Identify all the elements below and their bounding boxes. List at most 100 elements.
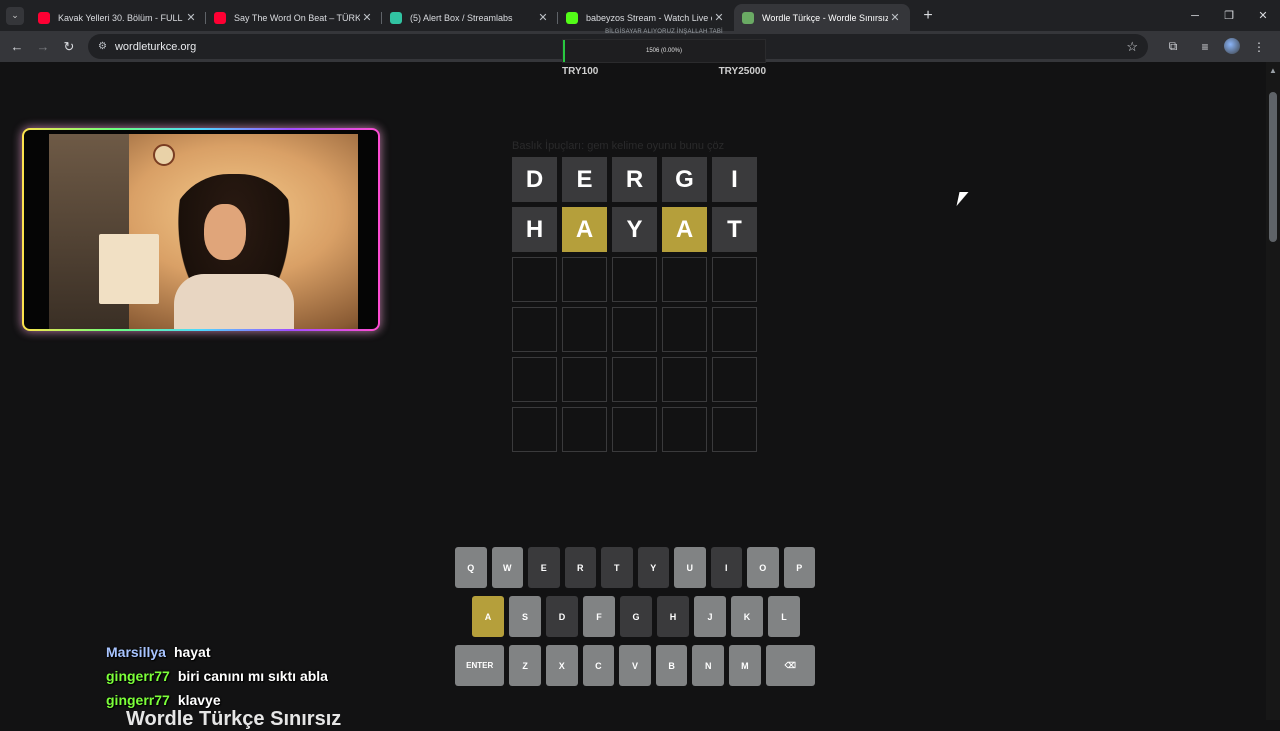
wordle-icon (742, 11, 754, 24)
media-control-icon[interactable]: ≡ (1192, 34, 1218, 59)
key-a[interactable]: A (472, 596, 504, 637)
streamlabs-icon (390, 11, 402, 24)
board-tile: D (512, 157, 557, 202)
key-label: J (707, 611, 713, 622)
browser-tab[interactable]: (5) Alert Box / Streamlabs ✕ (382, 4, 558, 31)
board-tile: G (662, 157, 707, 202)
browser-tab[interactable]: Say The Word On Beat – TÜRKÇ ✕ (206, 4, 382, 31)
key-u[interactable]: U (674, 547, 706, 588)
key-h[interactable]: H (657, 596, 689, 637)
key-label: F (596, 611, 602, 622)
tab-close-icon[interactable]: ✕ (712, 11, 726, 24)
tab-search-button[interactable]: ⌄ (6, 6, 24, 25)
key-l[interactable]: L (768, 596, 800, 637)
bookmark-star-icon[interactable]: ☆ (1126, 39, 1138, 55)
minimize-button[interactable]: ─ (1178, 0, 1212, 31)
key-b[interactable]: B (655, 645, 688, 686)
key-label: N (704, 660, 712, 671)
profile-avatar[interactable] (1224, 38, 1240, 54)
key-label: U (686, 562, 694, 573)
key-n[interactable]: N (692, 645, 725, 686)
key-f[interactable]: F (583, 596, 615, 637)
backspace-key[interactable]: ⌫ (765, 645, 816, 686)
key-label: Z (522, 660, 528, 671)
backspace-icon: ⌫ (784, 661, 796, 670)
tab-strip: ⌄ Kavak Yelleri 30. Bölüm - FULL B ✕ Say T… (0, 0, 1280, 31)
forward-button[interactable]: → (30, 34, 56, 60)
chat-message: Marsillya hayat (106, 644, 328, 668)
key-q[interactable]: Q (455, 547, 487, 588)
key-c[interactable]: C (582, 645, 615, 686)
mouse-cursor-icon (956, 192, 969, 206)
board-row (512, 307, 757, 352)
key-z[interactable]: Z (509, 645, 541, 686)
board-tile (612, 357, 657, 402)
key-x[interactable]: X (545, 645, 578, 686)
key-r[interactable]: R (564, 547, 596, 588)
board-tile (712, 407, 757, 452)
board-tile (662, 307, 707, 352)
page-scrollbar[interactable]: ▲ (1266, 62, 1280, 720)
board-row: HAYAT (512, 207, 757, 252)
scroll-up-icon[interactable]: ▲ (1269, 66, 1277, 75)
webcam-image (49, 134, 358, 329)
window-controls: ─ ❐ ✕ (1178, 0, 1280, 31)
key-p[interactable]: P (783, 547, 815, 588)
key-e[interactable]: E (528, 547, 560, 588)
key-i[interactable]: I (710, 547, 742, 588)
kick-icon (566, 11, 578, 24)
key-label: C (595, 660, 602, 671)
tab-close-icon[interactable]: ✕ (184, 11, 198, 24)
key-label: S (521, 611, 528, 622)
close-window-button[interactable]: ✕ (1246, 0, 1280, 31)
board-tile (512, 257, 557, 302)
browser-tab[interactable]: babeyzos Stream - Watch Live o ✕ (558, 4, 734, 31)
tab-title: Kavak Yelleri 30. Bölüm - FULL B (58, 12, 184, 23)
key-s[interactable]: S (509, 596, 541, 637)
chat-overlay: Marsillya hayat gingerr77 biri canını mı sı… (106, 644, 328, 716)
key-k[interactable]: K (731, 596, 763, 637)
key-d[interactable]: D (546, 596, 578, 637)
tab-list: Kavak Yelleri 30. Bölüm - FULL B ✕ Say The… (30, 0, 910, 31)
keyboard-row: ENTER Z X C V B N M ⌫ (455, 645, 816, 686)
reload-button[interactable]: ↻ (56, 34, 82, 60)
key-label: H (669, 611, 677, 622)
menu-dots-icon[interactable]: ⋮ (1246, 34, 1272, 59)
key-j[interactable]: J (694, 596, 726, 637)
back-button[interactable]: ← (4, 34, 30, 60)
tab-close-icon[interactable]: ✕ (536, 11, 550, 24)
scrollbar-thumb[interactable] (1269, 92, 1277, 242)
restore-button[interactable]: ❐ (1212, 0, 1246, 31)
key-t[interactable]: T (601, 547, 633, 588)
key-o[interactable]: O (747, 547, 779, 588)
board-tile (562, 307, 607, 352)
board-tile (562, 407, 607, 452)
youtube-icon (214, 11, 226, 24)
extensions-icon[interactable]: ⧉ (1160, 34, 1186, 59)
key-g[interactable]: G (620, 596, 652, 637)
key-w[interactable]: W (491, 547, 523, 588)
key-m[interactable]: M (729, 645, 761, 686)
tab-close-icon[interactable]: ✕ (888, 11, 902, 24)
goal-start-label: TRY100 (562, 66, 599, 77)
key-label: K (743, 611, 751, 622)
new-tab-button[interactable]: + (916, 4, 940, 28)
chat-username: gingerr77 (106, 692, 170, 708)
board-tile (562, 257, 607, 302)
key-label: E (540, 562, 547, 573)
board-tile: R (612, 157, 657, 202)
clock-icon (153, 144, 175, 166)
browser-tab[interactable]: Kavak Yelleri 30. Bölüm - FULL B ✕ (30, 4, 206, 31)
board-tile (512, 407, 557, 452)
plus-icon: + (923, 6, 933, 24)
board-tile (612, 307, 657, 352)
key-y[interactable]: Y (637, 547, 669, 588)
board-tile: I (712, 157, 757, 202)
site-info-icon[interactable]: ⚙ (98, 41, 107, 52)
key-v[interactable]: V (619, 645, 651, 686)
enter-key[interactable]: ENTER (455, 645, 505, 686)
tab-title: Wordle Türkçe - Wordle Sınırsız (762, 12, 888, 23)
tab-close-icon[interactable]: ✕ (360, 11, 374, 24)
board-tile (662, 357, 707, 402)
browser-tab[interactable]: Wordle Türkçe - Wordle Sınırsız ✕ (734, 4, 910, 31)
